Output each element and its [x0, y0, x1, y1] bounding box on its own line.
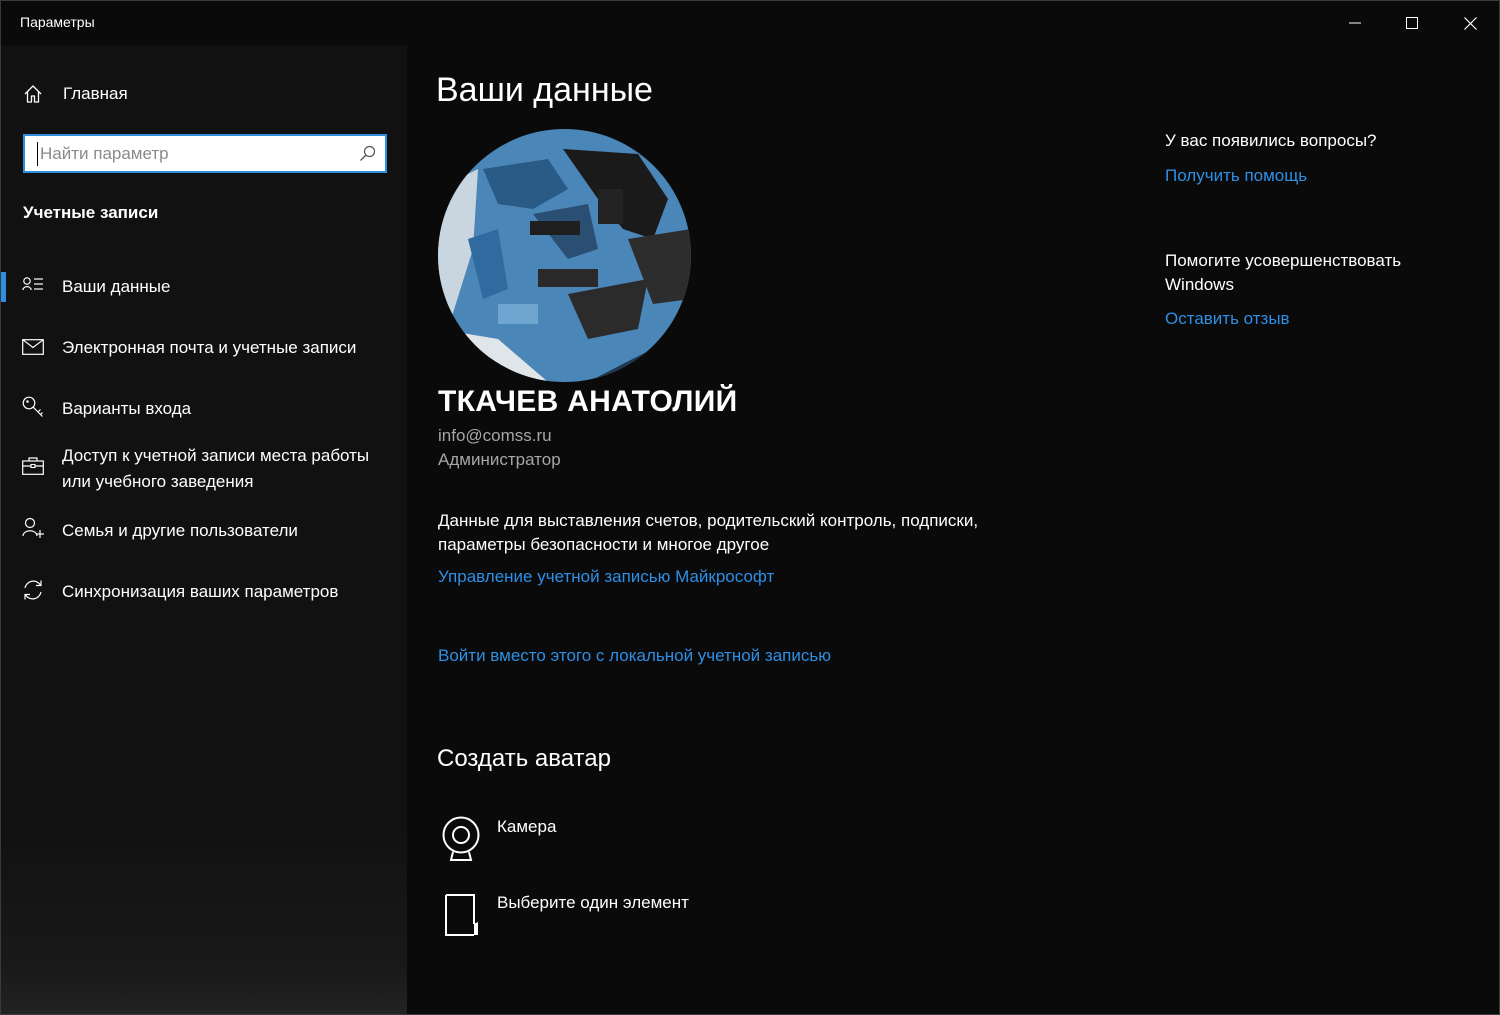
sidebar-item-label: Варианты входа — [62, 399, 192, 418]
help-question: У вас появились вопросы? — [1165, 131, 1377, 150]
sidebar-item-home[interactable]: Главная — [1, 73, 407, 115]
create-avatar-heading: Создать аватар — [437, 745, 611, 772]
local-account-sign-in-link[interactable]: Войти вместо этого с локальной учетной з… — [438, 646, 831, 666]
sidebar-item-email[interactable]: Электронная почта и учетные записи — [1, 333, 407, 363]
search-icon[interactable] — [359, 145, 376, 167]
description-line1: Данные для выставления счетов, родительс… — [438, 511, 979, 530]
improve-windows-text: Помогите усовершенствовать Windows — [1165, 249, 1465, 297]
title-bar: Параметры — [1, 1, 1499, 45]
add-person-icon — [22, 517, 44, 544]
sidebar-item-work-access[interactable]: Доступ к учетной записи места работы или… — [1, 442, 407, 496]
page-title: Ваши данные — [436, 71, 653, 109]
section-title-accounts: Учетные записи — [23, 203, 159, 222]
settings-window: Параметры Главная Учетные записи — [0, 0, 1500, 1015]
description-line2: параметры безопасности и многое другое — [438, 535, 770, 554]
maximize-icon — [1406, 17, 1418, 29]
sidebar: Главная Учетные записи Ваши данные Элект… — [1, 45, 407, 1014]
get-help-link[interactable]: Получить помощь — [1165, 166, 1307, 186]
manage-microsoft-account-link[interactable]: Управление учетной записью Майкрософт — [438, 567, 774, 587]
sidebar-item-family[interactable]: Семья и другие пользователи — [1, 516, 407, 546]
sidebar-item-label: Электронная почта и учетные записи — [62, 338, 357, 357]
sidebar-item-your-info[interactable]: Ваши данные — [1, 272, 407, 302]
briefcase-icon — [22, 457, 44, 480]
sidebar-item-label-line2: или учебного заведения — [62, 472, 254, 491]
sidebar-item-label: Ваши данные — [62, 277, 171, 296]
user-name: ТКАЧЕВ АНАТОЛИЙ — [438, 385, 738, 418]
key-icon — [22, 396, 44, 423]
person-card-icon — [22, 276, 44, 299]
improve-line1: Помогите усовершенствовать — [1165, 251, 1402, 270]
sidebar-item-label: Семья и другие пользователи — [62, 521, 298, 540]
sidebar-item-sync[interactable]: Синхронизация ваших параметров — [1, 577, 407, 607]
sidebar-home-label: Главная — [63, 84, 128, 103]
avatar-option-label: Камера — [497, 817, 557, 836]
search-box[interactable] — [23, 134, 387, 173]
give-feedback-link[interactable]: Оставить отзыв — [1165, 309, 1290, 329]
home-icon — [23, 84, 43, 109]
account-description: Данные для выставления счетов, родительс… — [438, 509, 1038, 557]
minimize-button[interactable] — [1326, 1, 1384, 45]
close-icon — [1463, 16, 1477, 30]
user-email: info@comss.ru — [438, 426, 552, 445]
sync-icon — [22, 579, 44, 606]
improve-line2: Windows — [1165, 275, 1234, 294]
mail-icon — [22, 339, 44, 360]
window-title: Параметры — [20, 14, 95, 30]
webcam-icon — [441, 816, 481, 867]
sidebar-item-label: Синхронизация ваших параметров — [62, 582, 339, 601]
avatar-option-label: Выберите один элемент — [497, 893, 689, 912]
maximize-button[interactable] — [1383, 1, 1441, 45]
sidebar-item-sign-in-options[interactable]: Варианты входа — [1, 394, 407, 424]
search-input[interactable] — [37, 142, 350, 166]
sidebar-item-label-line1: Доступ к учетной записи места работы — [62, 446, 370, 465]
user-role: Администратор — [438, 450, 561, 469]
close-button[interactable] — [1441, 1, 1499, 45]
browse-file-icon — [445, 894, 481, 943]
minimize-icon — [1349, 22, 1361, 24]
user-avatar — [438, 129, 691, 382]
